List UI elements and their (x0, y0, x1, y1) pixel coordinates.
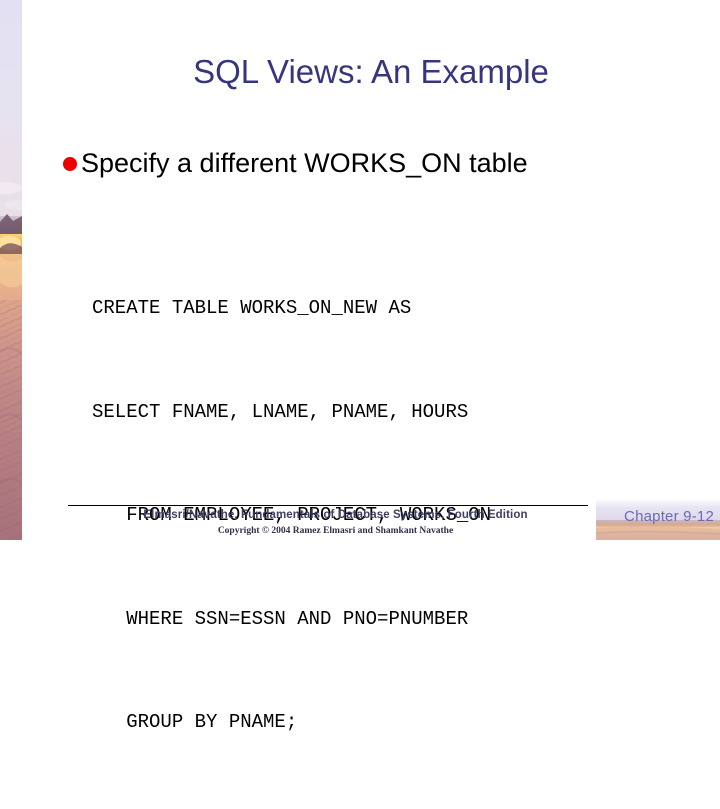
code-line-2: SELECT FNAME, LNAME, PNAME, HOURS (92, 400, 469, 423)
chapter-number-label: Chapter 9-12 (624, 508, 714, 525)
bullet-item: Specify a different WORKS_ON table (63, 146, 528, 180)
slide-title: SQL Views: An Example (193, 53, 549, 90)
footer-copyright-text: Copyright © 2004 Ramez Elmasri and Shamk… (217, 526, 454, 536)
footer-credit-text: Elmasri/Navathe, Fundamentals of Databas… (143, 509, 528, 521)
code-line-5: GROUP BY PNAME; (92, 711, 298, 733)
left-decoration-strip (0, 0, 22, 540)
filled-circle-bullet-icon (63, 157, 77, 171)
code-line-4: WHERE SSN=ESSN AND PNO=PNUMBER (92, 607, 469, 630)
desert-dunes-image (0, 0, 22, 540)
code-line-1: CREATE TABLE WORKS_ON_NEW AS (92, 297, 412, 319)
bullet-item-label: Specify a different WORKS_ON table (81, 148, 528, 178)
slide-canvas: SQL Views: An Example Specify a differen… (0, 0, 720, 733)
